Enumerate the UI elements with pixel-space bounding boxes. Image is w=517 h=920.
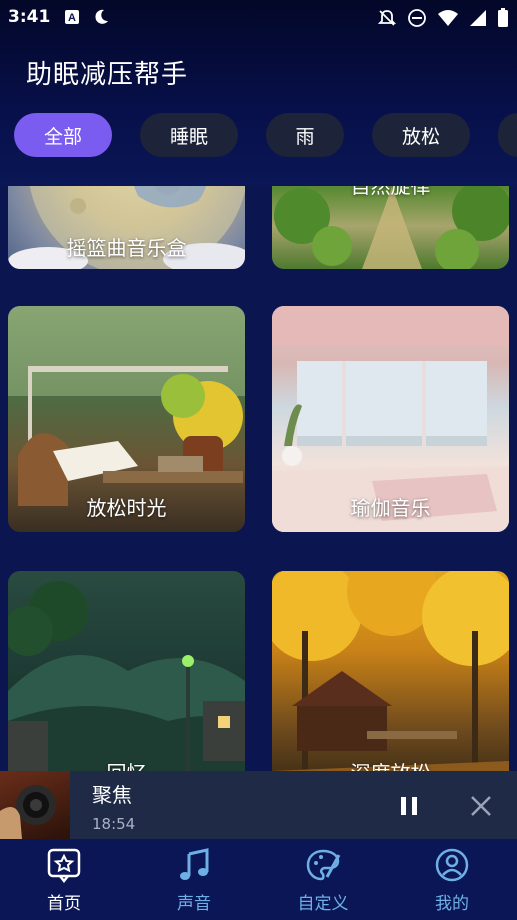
card-memories[interactable]: 回忆 [8,571,245,771]
card-label: 放松时光 [86,496,167,520]
app-title: 助眠减压帮手 [26,60,189,90]
player-title: 聚焦 [92,783,132,807]
header-area: 3:41 A 助眠减压帮手 全部 睡眠 雨 放松 [0,0,517,186]
status-bar: 3:41 A [0,0,517,34]
bottom-nav: 首页 声音 自定义 我的 [0,839,517,920]
card-relax-time[interactable]: 放松时光 [8,306,245,532]
signal-icon [469,9,487,31]
palette-icon [306,849,341,881]
battery-icon [497,8,509,32]
chip-relax[interactable]: 放松 [372,113,470,157]
card-artwork [8,581,245,771]
sound-grid: 摇篮曲音乐盒 自然旋律 放松时光 瑜伽音乐 [0,186,517,771]
nav-label: 自定义 [297,894,349,914]
wifi-icon [437,9,459,31]
category-chips: 全部 睡眠 雨 放松 [14,113,517,157]
mini-player[interactable]: 聚焦 18:54 [0,771,517,839]
pause-icon[interactable] [394,791,424,821]
card-label: 自然旋律 [350,186,431,198]
card-nature-melody[interactable]: 自然旋律 [272,186,509,269]
card-deep-relax[interactable]: 深度放松 [272,571,509,771]
player-time: 18:54 [92,815,136,833]
chip-more[interactable] [498,113,517,157]
card-lullaby-music-box[interactable]: 摇篮曲音乐盒 [8,186,245,269]
music-note-icon [180,848,209,880]
nav-label: 首页 [47,894,81,914]
card-label: 回忆 [8,757,245,771]
nav-customize[interactable]: 自定义 [273,839,373,920]
svg-text:A: A [68,12,76,24]
a-notification-icon: A [64,9,80,29]
close-icon[interactable] [466,791,496,821]
profile-icon [435,848,469,882]
nav-sounds[interactable]: 声音 [144,839,244,920]
home-star-icon [47,848,81,883]
chip-sleep[interactable]: 睡眠 [140,113,238,157]
chip-rain[interactable]: 雨 [266,113,344,157]
moon-icon [92,8,110,30]
card-artwork [272,571,509,771]
notifications-off-icon [377,8,397,32]
card-label: 摇篮曲音乐盒 [66,236,187,260]
card-label: 深度放松 [272,757,509,771]
nav-home[interactable]: 首页 [14,839,114,920]
nav-profile[interactable]: 我的 [402,839,502,920]
player-artwork [0,771,70,839]
nav-label: 声音 [177,894,211,914]
chip-all[interactable]: 全部 [14,113,112,157]
status-time: 3:41 [8,7,51,27]
card-label: 瑜伽音乐 [350,496,431,520]
do-not-disturb-icon [407,8,427,32]
nav-label: 我的 [435,894,469,914]
card-yoga-music[interactable]: 瑜伽音乐 [272,306,509,532]
